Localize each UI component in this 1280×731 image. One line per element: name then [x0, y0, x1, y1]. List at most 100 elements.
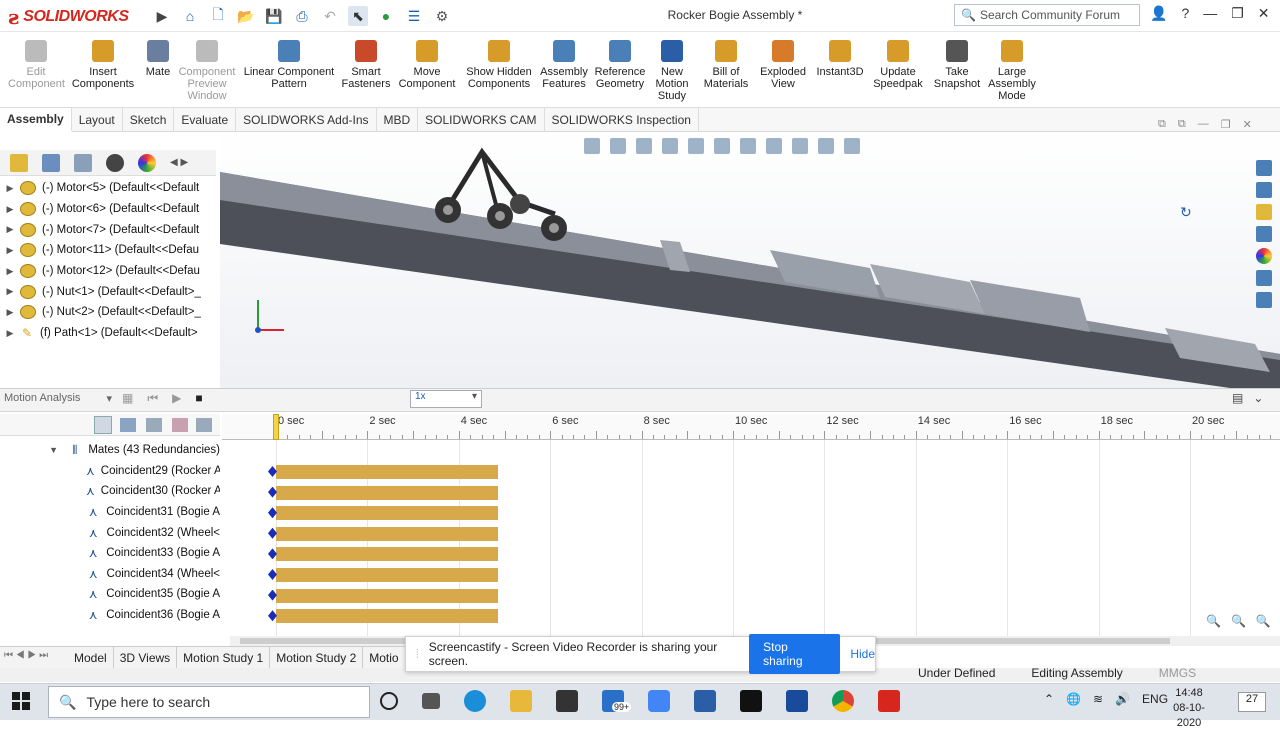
file-properties-icon[interactable]: ☰ [404, 6, 424, 26]
ribbon-large-assembly-mode-button[interactable]: Large Assembly Mode [984, 36, 1040, 102]
bottom-tab-3d-views[interactable]: 3D Views [114, 646, 178, 669]
drag-handle-icon[interactable]: ⦙ [416, 647, 419, 662]
tree-item[interactable]: ▶ (-) Motor<7> (Default<<Default [0, 219, 216, 240]
bottom-tab-motion-study-1[interactable]: Motion Study 1 [177, 646, 271, 669]
ribbon-instant3d-button[interactable]: Instant3D [814, 36, 866, 78]
ribbon-show-hidden-components-button[interactable]: Show Hidden Components [466, 36, 532, 90]
playback-speed-select[interactable]: 1x ▾ [410, 390, 482, 408]
save-icon[interactable]: 💾 [264, 6, 284, 26]
tile-right-icon[interactable]: ⧉ [1178, 118, 1186, 131]
play-from-start-icon[interactable]: ⏮ [147, 391, 158, 406]
restore-icon[interactable]: ❐ [1231, 5, 1244, 22]
open-icon[interactable]: 📂 [236, 6, 256, 26]
design-library-icon[interactable] [1256, 182, 1272, 198]
view-palette-icon[interactable] [1256, 226, 1272, 242]
tab-mbd[interactable]: MBD [377, 107, 419, 132]
terminal-icon[interactable] [740, 690, 762, 712]
mate-item[interactable]: ⋏ Coincident32 (Wheel< [0, 522, 220, 543]
powershell-icon[interactable] [786, 690, 808, 712]
expand-arrow-icon[interactable]: ▶ [0, 286, 20, 297]
mate-item[interactable]: ⋏ Coincident35 (Bogie A [0, 584, 220, 605]
expand-arrow-icon[interactable]: ▶ [0, 307, 20, 318]
appearances-icon[interactable] [1256, 248, 1272, 264]
motion-timeline[interactable]: 0 sec 2 sec 4 sec 6 sec 8 sec 10 sec 12 sec 14 … [222, 414, 1280, 636]
filter-results-icon[interactable] [172, 418, 188, 432]
tree-item[interactable]: ▶ (-) Nut<2> (Default<<Default>_ [0, 302, 216, 323]
ribbon-component-preview-window-button[interactable]: Component Preview Window [176, 36, 238, 102]
previous-view-icon[interactable] [636, 138, 652, 154]
ribbon-new-motion-study-button[interactable]: New Motion Study [652, 36, 692, 102]
mate-timeline-bar[interactable] [276, 609, 498, 624]
mates-group[interactable]: ▼ ⫴ Mates (43 Redundancies) [0, 440, 220, 461]
expand-arrow-icon[interactable]: ▶ [0, 204, 20, 215]
filter-selected-icon[interactable] [146, 418, 162, 432]
options-gear-icon[interactable]: ⚙ [432, 6, 452, 26]
view-orientation-icon[interactable] [714, 138, 730, 154]
calculate-icon[interactable]: ▦ [122, 391, 133, 406]
mate-timeline-bar[interactable] [276, 485, 498, 500]
custom-properties-icon[interactable] [1256, 270, 1272, 286]
display-manager-icon[interactable] [138, 153, 156, 172]
edit-appearance-icon[interactable] [792, 138, 808, 154]
expand-arrow-icon[interactable]: ▶ [0, 224, 20, 235]
mate-timeline-bar[interactable] [276, 568, 498, 582]
tab-solidworks-add-ins[interactable]: SOLIDWORKS Add-Ins [236, 107, 377, 132]
tile-left-icon[interactable]: ⧉ [1158, 118, 1166, 131]
panel-arrows-icon[interactable]: ◀ ▶ [170, 157, 188, 168]
tab-scroll-arrows[interactable]: ⏮ ◀ ▶ ⏭ [4, 650, 48, 661]
print-icon[interactable]: ⎙ [292, 6, 312, 26]
apply-scene-icon[interactable] [818, 138, 834, 154]
mate-item[interactable]: ⋏ Coincident31 (Bogie A [0, 502, 220, 523]
mail-icon[interactable]: 99+ [602, 690, 632, 712]
mate-item[interactable]: ⋏ Coincident29 (Rocker A [0, 461, 220, 482]
undo-icon[interactable]: ↶ [320, 6, 340, 26]
configuration-manager-icon[interactable] [74, 153, 92, 172]
expand-arrow-icon[interactable]: ▶ [0, 183, 20, 194]
viewport-minimize-icon[interactable]: — [1198, 118, 1209, 131]
ribbon-reference-geometry-button[interactable]: Reference Geometry [594, 36, 646, 90]
user-icon[interactable]: 👤 [1150, 5, 1167, 22]
play-icon[interactable]: ▶ [172, 391, 181, 406]
bottom-tab-motio[interactable]: Motio [363, 646, 406, 669]
tab-sketch[interactable]: Sketch [123, 107, 175, 132]
rocker-bogie-model[interactable] [220, 132, 1280, 388]
time-ruler[interactable]: 0 sec 2 sec 4 sec 6 sec 8 sec 10 sec 12 sec 14 … [222, 414, 1280, 440]
filter-animated-icon[interactable] [94, 416, 112, 434]
ribbon-update-speedpak-button[interactable]: Update Speedpak [870, 36, 926, 90]
viewport-restore-icon[interactable]: ❐ [1221, 118, 1231, 131]
mate-timeline-bar[interactable] [276, 465, 498, 479]
minimize-icon[interactable]: — [1203, 5, 1217, 22]
section-view-icon[interactable] [662, 138, 678, 154]
ribbon-exploded-view-button[interactable]: Exploded View [756, 36, 810, 90]
file-explorer-taskbar-icon[interactable] [510, 690, 532, 712]
mate-item[interactable]: ⋏ Coincident30 (Rocker A [0, 481, 220, 502]
bottom-tab-model[interactable]: Model [68, 646, 114, 669]
network-icon[interactable]: 🌐 [1066, 692, 1081, 706]
auto-key-icon[interactable] [196, 418, 212, 432]
zoom-in-icon[interactable]: 🔍 [1231, 614, 1246, 628]
tree-item[interactable]: ▶ ✎ (f) Path<1> (Default<<Default> [0, 323, 216, 344]
edge-icon[interactable] [464, 690, 486, 712]
tree-item[interactable]: ▶ (-) Motor<5> (Default<<Default [0, 178, 216, 199]
mate-timeline-bar[interactable] [276, 526, 498, 541]
tree-item[interactable]: ▶ (-) Nut<1> (Default<<Default>_ [0, 281, 216, 302]
property-manager-icon[interactable] [42, 153, 60, 172]
new-document-icon[interactable]: 🗋 [208, 6, 228, 26]
solidworks-taskbar-icon[interactable] [878, 690, 900, 712]
time-bar-marker[interactable] [273, 414, 279, 440]
tab-assembly[interactable]: Assembly [0, 107, 72, 132]
solidworks-logo[interactable]: ƨ SOLIDWORKS [8, 5, 129, 29]
tab-solidworks-cam[interactable]: SOLIDWORKS CAM [418, 107, 545, 132]
file-explorer-icon[interactable] [1256, 204, 1272, 220]
tray-chevron-icon[interactable]: ⌃ [1044, 692, 1054, 706]
hide-show-items-icon[interactable] [766, 138, 782, 154]
mate-item[interactable]: ⋏ Coincident33 (Bogie A [0, 543, 220, 564]
tab-solidworks-inspection[interactable]: SOLIDWORKS Inspection [545, 107, 699, 132]
bottom-tab-motion-study-2[interactable]: Motion Study 2 [270, 646, 364, 669]
expand-arrow-icon[interactable]: ▶ [0, 266, 20, 277]
expand-arrow-icon[interactable]: ▶ [0, 245, 20, 256]
solidworks-resources-icon[interactable] [1256, 160, 1272, 176]
tab-layout[interactable]: Layout [72, 107, 123, 132]
viewport-close-icon[interactable]: ✕ [1243, 118, 1252, 131]
tree-item[interactable]: ▶ (-) Motor<12> (Default<<Defau [0, 261, 216, 282]
